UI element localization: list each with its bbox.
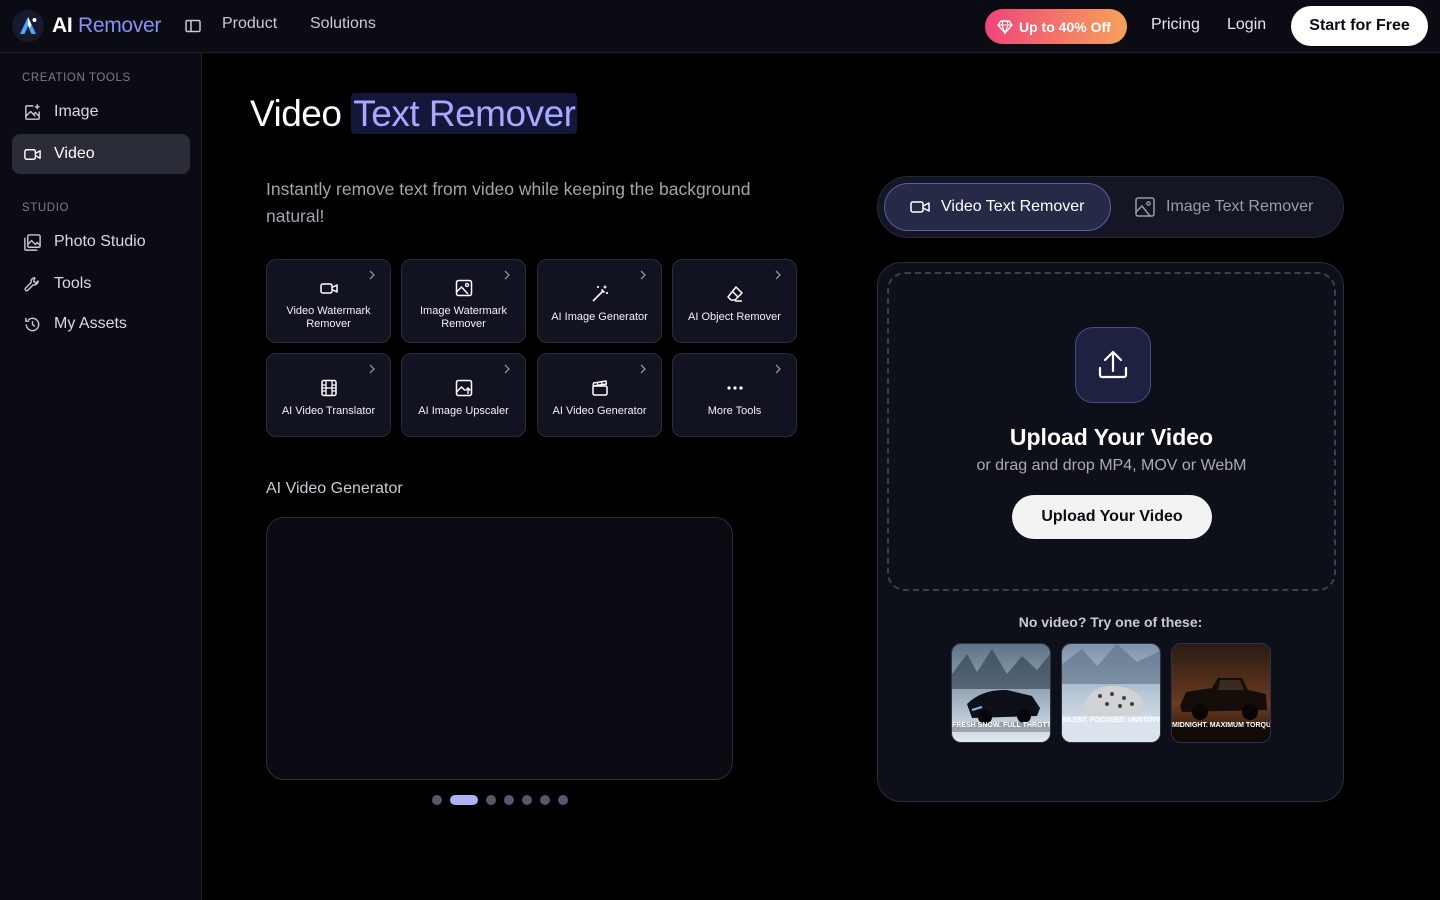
magic-wand-icon [591,285,608,302]
page-subtitle: Instantly remove text from video while k… [266,179,751,226]
chevron-right-icon [775,364,781,374]
sample-thumbnail-truck-night[interactable]: MIDNIGHT. MAXIMUM TORQUE. [1171,643,1271,743]
image-upscale-icon [455,379,472,397]
upload-subtitle: or drag and drop MP4, MOV or WebM [976,457,1247,474]
brand-name-part2: Remover [77,14,162,37]
more-dots-icon [726,386,743,390]
tool-card-label: More Tools [707,405,762,417]
tool-card-ai-object-remover[interactable]: AI Object Remover [672,259,797,343]
tool-card-label: AI Video Generator [552,405,647,417]
video-generator-preview[interactable] [266,517,733,780]
sidebar-item-label: Image [54,103,99,120]
tool-card-label: AI Object Remover [688,311,781,323]
tool-card-more-tools[interactable]: More Tools [672,353,797,437]
nav-login[interactable]: Login [1227,16,1266,34]
page-title-part1: Video [250,93,342,134]
photo-studio-icon [24,233,41,251]
chevron-right-icon [640,270,646,280]
chevron-right-icon [775,270,781,280]
tool-card-label: Video Watermark Remover [286,304,371,330]
upload-title: Upload Your Video [1009,424,1214,450]
sidebar-item-photo-studio[interactable]: Photo Studio [12,222,190,262]
sample-thumbnail-snow-leopard[interactable]: SILENT. FOCUSED. UNSTOPPABLE. [1061,643,1161,743]
sidebar-item-label: Video [54,145,95,162]
tool-card-video-watermark-remover[interactable]: Video Watermark Remover [266,259,391,343]
start-for-free-button[interactable]: Start for Free [1291,6,1428,46]
sidebar-item-label: My Assets [54,315,127,332]
tab-label: Image Text Remover [1166,198,1314,215]
promo-text: Up to 40% Off [1019,18,1111,35]
brand-logo[interactable]: AI Remover [12,10,161,42]
sample-thumbnail-car-snow[interactable]: FRESH SNOW. FULL THROTTLE. [951,643,1051,743]
clapperboard-icon [591,380,608,396]
sample-caption: SILENT. FOCUSED. UNSTOPPABLE. [1062,717,1160,724]
sidebar-item-tools[interactable]: Tools [12,264,190,304]
carousel-dot[interactable] [540,795,550,805]
carousel-dot[interactable] [486,795,496,805]
sidebar-toggle-icon[interactable] [184,17,202,35]
top-bar: AI Remover Product Solutions Up to 40% O… [0,0,1440,53]
chevron-right-icon [369,364,375,374]
tool-card-ai-image-generator[interactable]: AI Image Generator [537,259,662,343]
generator-section-label: AI Video Generator [266,480,403,497]
sidebar-item-label: Tools [54,275,92,292]
nav-solutions[interactable]: Solutions [310,15,376,33]
tab-image-text-remover[interactable]: Image Text Remover [1134,183,1334,231]
sidebar-item-label: Photo Studio [54,233,146,250]
tool-card-ai-video-generator[interactable]: AI Video Generator [537,353,662,437]
sidebar-item-video[interactable]: Video [12,134,190,174]
tool-card-label: AI Image Generator [551,311,648,323]
tool-card-ai-image-upscaler[interactable]: AI Image Upscaler [401,353,526,437]
page-title-accent: Text Remover [351,93,578,134]
image-icon [1135,197,1155,217]
image-icon [455,279,472,296]
chevron-right-icon [504,364,510,374]
nav-pricing[interactable]: Pricing [1151,16,1200,34]
logo-mark-icon [12,10,44,42]
carousel-dots [432,795,576,805]
tool-card-label: AI Video Translator [281,405,376,417]
sidebar: CREATION TOOLS Image Video STUDIO Photo … [0,53,202,900]
section-label-creation-tools: CREATION TOOLS [22,72,131,84]
carousel-dot[interactable] [504,795,514,805]
tool-card-image-watermark-remover[interactable]: Image Watermark Remover [401,259,526,343]
carousel-dot[interactable] [522,795,532,805]
diamond-icon [997,19,1013,35]
video-icon [910,201,930,213]
sample-caption: MIDNIGHT. MAXIMUM TORQUE. [1172,722,1270,729]
video-icon [319,282,338,294]
sidebar-item-my-assets[interactable]: My Assets [12,304,190,344]
sample-caption: FRESH SNOW. FULL THROTTLE. [952,722,1050,729]
upload-icon [1075,327,1151,403]
section-label-studio: STUDIO [22,202,70,214]
video-icon [24,148,41,160]
tool-card-ai-video-translator[interactable]: AI Video Translator [266,353,391,437]
tool-card-label: Image Watermark Remover [419,304,507,330]
remover-mode-switch: Video Text Remover Image Text Remover [877,176,1344,238]
drop-zone[interactable]: Upload Your Video or drag and drop MP4, … [887,272,1336,591]
history-icon [25,317,40,331]
brand-name-part1: AI [52,14,73,37]
tool-card-label: AI Image Upscaler [418,405,509,417]
eraser-icon [726,286,743,302]
promo-badge[interactable]: Up to 40% Off [985,9,1127,44]
upload-video-button[interactable]: Upload Your Video [1012,495,1212,539]
chevron-right-icon [369,270,375,280]
tab-label: Video Text Remover [941,198,1085,215]
chevron-right-icon [640,364,646,374]
carousel-dot[interactable] [432,795,442,805]
page-title: Video Text Remover [250,93,578,135]
sidebar-item-image[interactable]: Image [12,92,190,132]
carousel-dot-active[interactable] [450,795,478,805]
chevron-right-icon [504,270,510,280]
film-icon [320,379,337,397]
wrench-icon [24,276,39,291]
tab-video-text-remover[interactable]: Video Text Remover [884,183,1111,231]
image-plus-icon [25,103,40,120]
upload-card: Upload Your Video or drag and drop MP4, … [877,262,1344,802]
samples-label: No video? Try one of these: [1018,614,1203,630]
carousel-dot[interactable] [558,795,568,805]
nav-product[interactable]: Product [222,15,277,33]
